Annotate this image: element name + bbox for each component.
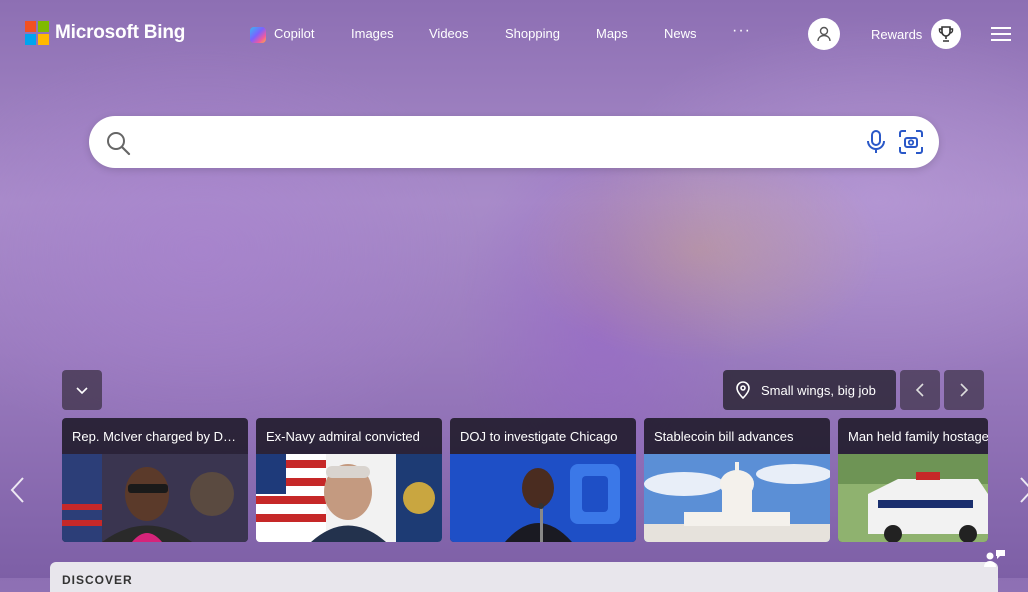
- discover-label: DISCOVER: [62, 573, 133, 587]
- hamburger-menu-icon[interactable]: [991, 26, 1013, 42]
- next-image-button[interactable]: [944, 370, 984, 410]
- news-card[interactable]: Man held family hostage: [838, 418, 988, 542]
- search-box: [89, 116, 939, 168]
- microsoft-logo-icon: [25, 21, 49, 45]
- rewards-button[interactable]: [931, 19, 961, 49]
- nav-more-button[interactable]: ···: [732, 22, 751, 40]
- rewards-label[interactable]: Rewards: [871, 27, 922, 42]
- header: Microsoft Bing Copilot Images Videos Sho…: [0, 0, 1028, 66]
- search-input[interactable]: [141, 126, 845, 160]
- news-card-image: [62, 454, 248, 542]
- nav-copilot[interactable]: Copilot: [274, 26, 314, 41]
- news-card-image: [256, 454, 442, 542]
- sign-in-button[interactable]: [808, 18, 840, 50]
- news-card-image: [450, 454, 636, 542]
- bing-logo[interactable]: Microsoft Bing: [25, 21, 185, 45]
- news-card[interactable]: Stablecoin bill advances: [644, 418, 830, 542]
- nav-news[interactable]: News: [664, 26, 697, 41]
- user-icon: [817, 26, 831, 42]
- news-card[interactable]: DOJ to investigate Chicago: [450, 418, 636, 542]
- image-info-button[interactable]: Small wings, big job: [723, 370, 896, 410]
- news-card-image: [838, 454, 988, 542]
- copilot-icon: [250, 27, 266, 43]
- brand-name: Microsoft Bing: [55, 22, 186, 43]
- chevron-right-icon: [960, 383, 969, 397]
- news-card[interactable]: Ex-Navy admiral convicted: [256, 418, 442, 542]
- nav-videos[interactable]: Videos: [429, 26, 469, 41]
- carousel-prev-icon[interactable]: [8, 476, 28, 504]
- chevron-left-icon: [915, 383, 924, 397]
- nav-images[interactable]: Images: [351, 26, 394, 41]
- news-card-title: Ex-Navy admiral convicted: [266, 429, 420, 444]
- nav-maps[interactable]: Maps: [596, 26, 628, 41]
- discover-bar[interactable]: DISCOVER: [50, 562, 998, 592]
- news-card-image: [644, 454, 830, 542]
- visual-search-icon[interactable]: [897, 128, 925, 156]
- news-card-title: Stablecoin bill advances: [654, 429, 794, 444]
- microphone-icon[interactable]: [865, 129, 887, 155]
- search-icon: [107, 132, 131, 156]
- previous-image-button[interactable]: [900, 370, 940, 410]
- news-card-title: DOJ to investigate Chicago: [460, 429, 618, 444]
- chevron-down-icon: [76, 387, 88, 395]
- carousel-next-icon[interactable]: [1016, 476, 1028, 504]
- collapse-feed-button[interactable]: [62, 370, 102, 410]
- nav-shopping[interactable]: Shopping: [505, 26, 560, 41]
- news-card-title: Rep. McIver charged by D…: [72, 429, 237, 444]
- image-caption: Small wings, big job: [761, 382, 876, 398]
- feedback-icon[interactable]: [984, 548, 1006, 568]
- location-pin-icon: [736, 381, 750, 399]
- news-card-title: Man held family hostage: [848, 429, 988, 444]
- trophy-icon: [938, 26, 954, 42]
- news-card[interactable]: Rep. McIver charged by D…: [62, 418, 248, 542]
